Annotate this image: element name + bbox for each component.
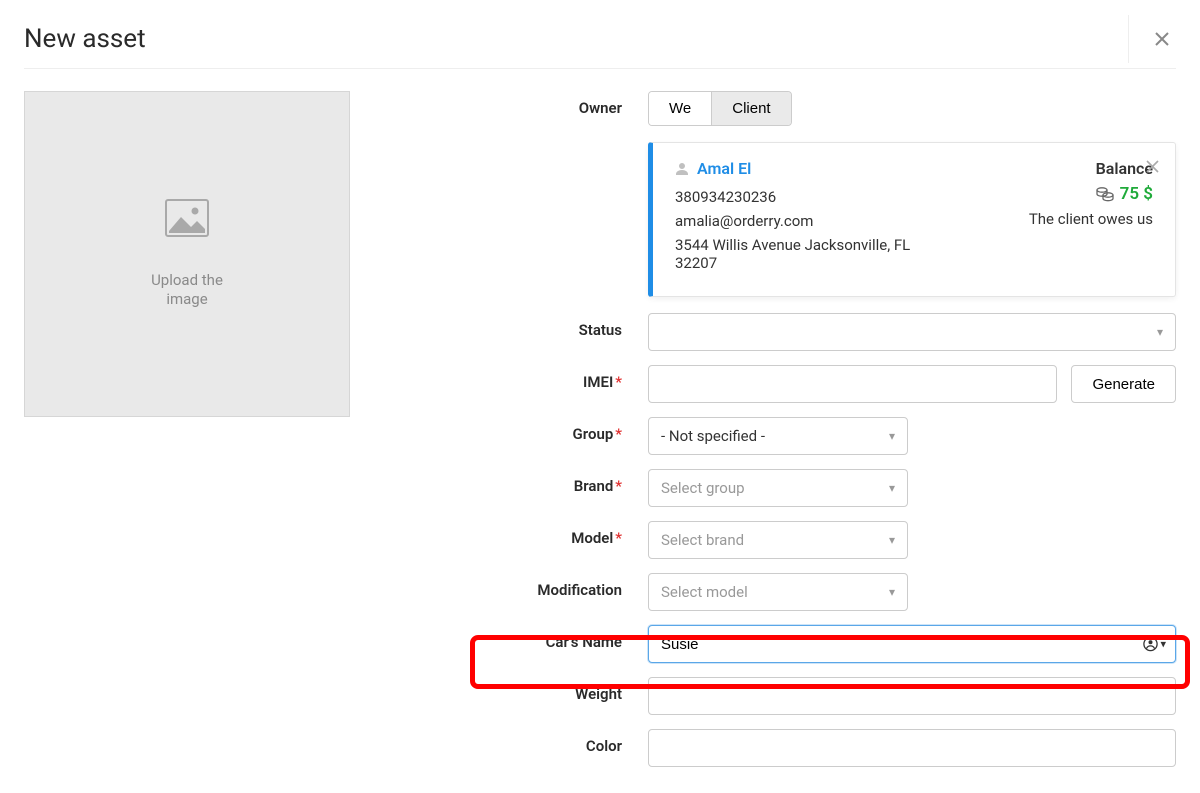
owes-text: The client owes us [953,210,1153,228]
client-email: amalia@orderry.com [675,212,953,230]
balance-amount: 75 $ [1096,184,1153,204]
upload-label: Upload the image [151,271,223,310]
owner-toggle-we[interactable]: We [649,92,711,125]
chevron-down-icon: ▾ [889,533,895,547]
user-circle-icon [1143,637,1158,652]
group-select[interactable]: - Not specified - ▾ [648,417,908,455]
client-address: 3544 Willis Avenue Jacksonville, FL 3220… [675,236,935,272]
group-label: Group* [380,417,648,443]
weight-label: Weight [380,677,648,703]
client-card-close[interactable] [1146,157,1159,178]
close-icon [1154,31,1170,47]
owner-toggle: We Client [648,91,792,126]
imei-label: IMEI* [380,365,648,391]
modification-select[interactable]: Select model ▾ [648,573,908,611]
coins-icon [1096,186,1114,202]
client-name-link[interactable]: Amal El [675,159,953,178]
modification-label: Modification [380,573,648,599]
person-icon [675,162,689,176]
owner-label: Owner [380,91,648,117]
chevron-down-icon: ▾ [1157,325,1163,339]
weight-input[interactable] [648,677,1176,715]
client-phone: 380934230236 [675,188,953,206]
image-placeholder-icon [165,199,209,237]
model-select[interactable]: Select brand ▾ [648,521,908,559]
client-card: Amal El 380934230236 amalia@orderry.com … [648,142,1176,297]
user-dropdown-icon[interactable]: ▾ [1143,637,1166,652]
chevron-down-icon: ▾ [889,481,895,495]
owner-toggle-client[interactable]: Client [711,92,790,125]
brand-select[interactable]: Select group ▾ [648,469,908,507]
brand-label: Brand* [380,469,648,495]
status-select[interactable]: ▾ [648,313,1176,351]
upload-image-area[interactable]: Upload the image [24,91,350,417]
chevron-down-icon: ▾ [1160,638,1166,651]
balance-label: Balance [953,159,1153,178]
close-icon [1146,160,1159,173]
close-button[interactable] [1148,25,1176,53]
cars-name-label: Car's Name [380,625,648,651]
color-label: Color [380,729,648,755]
status-label: Status [380,313,648,339]
chevron-down-icon: ▾ [889,585,895,599]
model-label: Model* [380,521,648,547]
generate-button[interactable]: Generate [1071,365,1176,403]
cars-name-input[interactable] [648,625,1176,663]
page-title: New asset [24,24,146,54]
chevron-down-icon: ▾ [889,429,895,443]
imei-input[interactable] [648,365,1057,403]
color-input[interactable] [648,729,1176,767]
dialog-header: New asset [24,24,1176,69]
